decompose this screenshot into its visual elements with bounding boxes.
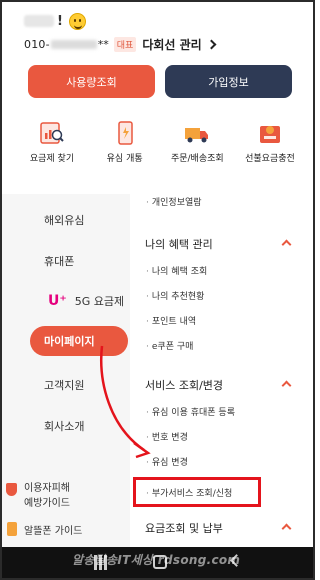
phone-prefix: 010-	[24, 37, 50, 51]
quick-menu-label: 주문/배송조회	[170, 154, 224, 164]
prepaid-charge-icon	[259, 126, 280, 143]
nav-item-support[interactable]: 고객지원	[44, 377, 84, 393]
quick-menu-label: 선불요금충전	[245, 154, 295, 164]
quick-menu-label: 유심 개통	[106, 154, 143, 164]
quick-menu-item-usim-activation[interactable]: 유심 개통	[89, 120, 161, 164]
representative-badge: 대표	[113, 36, 137, 52]
submenu-item-personal-info[interactable]: · 개인정보열람	[146, 195, 202, 208]
search-plan-icon	[40, 122, 64, 144]
chevron-right-icon[interactable]	[206, 39, 217, 49]
uplus-logo: U⁺	[48, 293, 67, 309]
masked-phone-digits	[50, 39, 97, 49]
annotation-arrow-icon	[100, 345, 151, 459]
submenu-item-points[interactable]: · 포인트 내역	[146, 314, 196, 327]
watermark: 알송달송IT세상 rdsong.com	[72, 553, 241, 567]
nav-item-company[interactable]: 회사소개	[44, 418, 84, 434]
nav-item-damage-prevention[interactable]: 이용자피해 예방가이드	[24, 481, 70, 511]
user-name-row: !	[24, 10, 86, 32]
section-benefits-heading[interactable]: 나의 혜택 관리	[145, 236, 213, 252]
masked-user-name	[24, 15, 54, 27]
quick-menu-item-delivery[interactable]: 주문/배송조회	[161, 120, 233, 164]
nav-item-overseas-usim[interactable]: 해외유심	[44, 212, 84, 228]
quick-menu-item-prepaid[interactable]: 선불요금충전	[234, 120, 306, 164]
section-billing-heading[interactable]: 요금조회 및 납부	[145, 520, 223, 536]
submenu-item-referrals[interactable]: · 나의 추천현황	[146, 289, 204, 302]
shield-icon	[6, 483, 17, 496]
smile-emoji-icon	[68, 12, 86, 30]
nav-item-phone[interactable]: 휴대폰	[44, 253, 74, 269]
usage-check-button[interactable]: 사용량조회	[28, 65, 155, 98]
account-button-row: 사용량조회 가입정보	[28, 65, 292, 98]
usim-activation-icon	[117, 121, 133, 145]
screen-frame: ! 010- ** 대표 다회선 관리 사용량조회 가입정보 요금제 찾기 유심…	[0, 0, 315, 580]
highlight-box	[133, 477, 261, 507]
delivery-truck-icon	[185, 128, 209, 143]
account-header: ! 010- ** 대표 다회선 관리 사용량조회 가입정보 요금제 찾기 유심…	[2, 2, 313, 164]
quick-menu-label: 요금제 찾기	[29, 154, 75, 164]
nav-item-5g-plan[interactable]: U⁺ 5G 요금제	[48, 293, 124, 309]
nav-item-mvno-guide[interactable]: 알뜰폰 가이드	[24, 522, 82, 537]
phone-number-row: 010- ** 대표 다회선 관리	[24, 35, 217, 53]
multi-line-manage-link[interactable]: 다회선 관리	[142, 36, 201, 53]
submenu-item-benefits[interactable]: · 나의 혜택 조회	[146, 264, 207, 277]
quick-menu: 요금제 찾기 유심 개통 주문/배송조회 선불요금충전	[16, 120, 306, 164]
nav-item-label: 5G 요금제	[74, 295, 125, 308]
phone-icon	[7, 522, 17, 536]
exclaim-mark: !	[57, 13, 63, 29]
phone-suffix: **	[97, 37, 109, 51]
quick-menu-item-plan-search[interactable]: 요금제 찾기	[16, 120, 88, 164]
subscription-info-button[interactable]: 가입정보	[165, 65, 292, 98]
